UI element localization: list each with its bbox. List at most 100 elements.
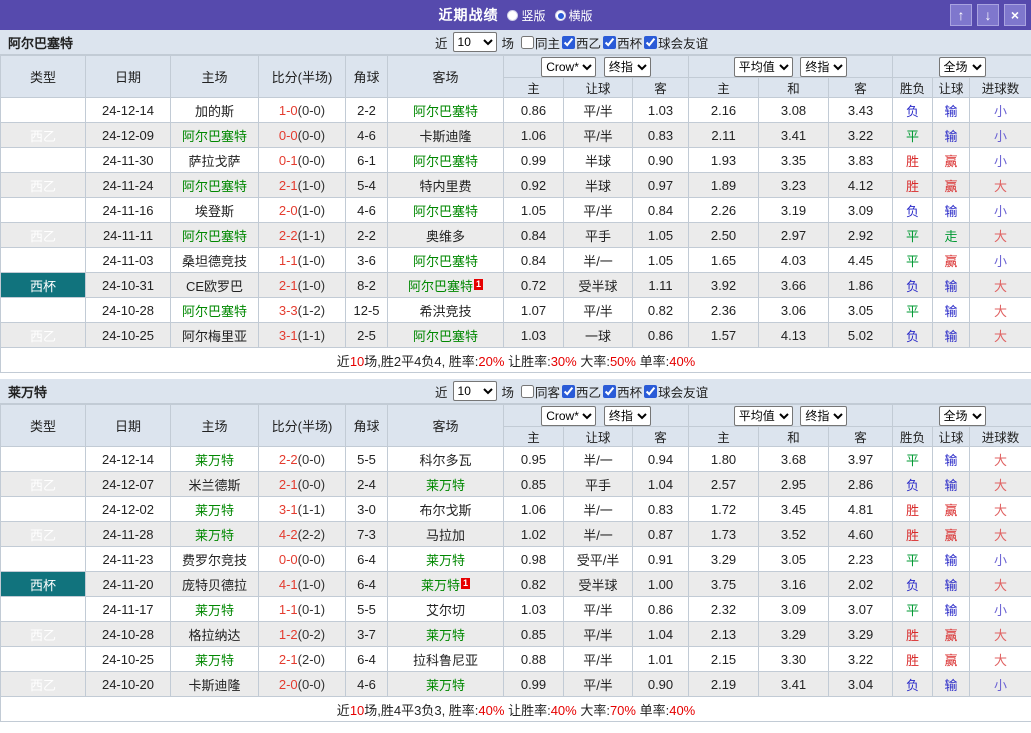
league-filter-copa[interactable]: 西杯 [601, 382, 642, 401]
segunda-checkbox[interactable] [562, 384, 576, 398]
match-date: 24-11-20 [85, 571, 171, 597]
match-count-select[interactable]: 10 [452, 381, 497, 401]
scroll-down-button[interactable]: ↓ [977, 4, 999, 26]
crow-handicap: 受半球 [563, 571, 633, 597]
fulltime-score: 4-2 [278, 526, 298, 542]
col-header-type: 类型 [0, 55, 86, 98]
match-row: 西乙 24-11-24 阿尔巴塞特 2-1(1-0) 5-4 特内里费 0.92 半球 0.97… [0, 172, 1031, 198]
col-header-corner: 角球 [345, 55, 388, 98]
copa-checkbox[interactable] [603, 384, 617, 398]
avg-draw-odds: 3.09 [758, 596, 830, 622]
match-score: 2-1(1-0) [258, 172, 346, 198]
friendly-checkbox[interactable] [644, 35, 658, 49]
avg-draw-header: 和 [758, 77, 830, 98]
match-date: 24-11-03 [85, 247, 171, 273]
bookmaker-select[interactable]: Crow* [541, 405, 597, 426]
col-header-date: 日期 [85, 404, 171, 447]
halftime-score: (1-0) [297, 202, 326, 218]
avg-draw-odds: 3.41 [758, 122, 830, 148]
scope-select[interactable]: 全场 [938, 56, 986, 77]
avg-draw-odds: 2.97 [758, 222, 830, 248]
league-filter-copa[interactable]: 西杯 [601, 33, 642, 52]
col-header-score: 比分(半场) [258, 55, 346, 98]
radio-vertical-icon[interactable] [507, 9, 519, 21]
away-team-name: 阿尔巴塞特 [412, 253, 478, 269]
crow-handicap: 半/一 [563, 446, 633, 472]
scroll-up-button[interactable]: ↑ [950, 4, 972, 26]
crow-away-odds: 1.03 [631, 97, 690, 123]
final-index-select[interactable]: 终指 [603, 405, 651, 426]
crow-away-header: 客 [631, 426, 690, 447]
mode-option-vertical[interactable]: 竖版 [507, 7, 546, 24]
match-score: 2-1(0-0) [258, 471, 346, 497]
crow-away-odds: 0.84 [631, 197, 690, 223]
final-index-select-2[interactable]: 终指 [800, 56, 848, 77]
result-handicap: 输 [932, 546, 971, 572]
result-goals: 大 [969, 222, 1031, 248]
home-team: 埃登斯 [170, 197, 259, 223]
corner-score: 6-4 [345, 646, 388, 672]
mode-option-horizontal[interactable]: 横版 [554, 7, 593, 24]
avg-draw-odds: 3.05 [758, 546, 830, 572]
fulltime-score: 2-0 [278, 202, 298, 218]
away-team: 阿尔巴塞特 [387, 197, 504, 223]
result-goals: 大 [969, 471, 1031, 497]
result-handicap: 输 [932, 272, 971, 298]
average-select[interactable]: 平均值 [733, 405, 793, 426]
same-venue-checkbox[interactable] [521, 384, 535, 398]
corner-score: 2-4 [345, 471, 388, 497]
home-team-name: 阿尔巴塞特 [181, 303, 247, 319]
avg-away-odds: 3.22 [828, 122, 894, 148]
bookmaker-select[interactable]: Crow* [541, 56, 597, 77]
close-button[interactable]: × [1004, 4, 1026, 26]
result-goals: 大 [969, 571, 1031, 597]
crow-away-odds: 1.04 [631, 621, 690, 647]
match-date: 24-11-30 [85, 147, 171, 173]
same-venue-checkbox[interactable] [521, 35, 535, 49]
result-wdl: 胜 [892, 521, 934, 547]
league-filter-segunda[interactable]: 西乙 [560, 382, 601, 401]
home-team: 庞特贝德拉 [170, 571, 259, 597]
result-goals: 大 [969, 646, 1031, 672]
same-venue-option[interactable]: 同主 [517, 33, 560, 52]
match-count-select[interactable]: 10 [452, 32, 497, 52]
copa-checkbox[interactable] [603, 35, 617, 49]
home-team: 莱万特 [170, 496, 259, 522]
col-header-home: 主场 [170, 404, 259, 447]
league-filter-friendly[interactable]: 球会友谊 [642, 33, 708, 52]
friendly-checkbox[interactable] [644, 384, 658, 398]
result-wdl: 负 [892, 322, 934, 348]
home-team-name: 莱万特 [194, 452, 234, 468]
home-team: 阿尔巴塞特 [170, 172, 259, 198]
match-score: 1-2(0-2) [258, 621, 346, 647]
match-row: 西乙 24-11-03 桑坦德竞技 1-1(1-0) 3-6 阿尔巴塞特 0.84 半/一 1.… [0, 247, 1031, 273]
away-team: 艾尔切 [387, 596, 504, 622]
league-filter-friendly[interactable]: 球会友谊 [642, 382, 708, 401]
away-team: 莱万特 [387, 671, 504, 697]
segunda-label: 西乙 [576, 36, 602, 51]
avg-away-odds: 2.02 [828, 571, 894, 597]
away-team-name: 阿尔巴塞特 [412, 203, 478, 219]
avg-home-odds: 2.50 [688, 222, 760, 248]
result-handicap: 输 [932, 197, 971, 223]
home-team-name: 阿尔巴塞特 [181, 228, 247, 244]
league-filter-segunda[interactable]: 西乙 [560, 33, 601, 52]
away-team: 希洪竞技 [387, 297, 504, 323]
final-index-select[interactable]: 终指 [603, 56, 651, 77]
away-team-name: 布尔戈斯 [419, 502, 472, 518]
radio-horizontal-icon[interactable] [554, 9, 566, 21]
scope-select[interactable]: 全场 [938, 405, 986, 426]
home-team-name: 莱万特 [194, 602, 234, 618]
match-score: 3-3(1-2) [258, 297, 346, 323]
final-index-select-2[interactable]: 终指 [800, 405, 848, 426]
avg-draw-header: 和 [758, 426, 830, 447]
halftime-score: (2-0) [297, 651, 326, 667]
crow-home-header: 主 [503, 426, 564, 447]
average-select[interactable]: 平均值 [733, 56, 793, 77]
same-venue-option[interactable]: 同客 [517, 382, 560, 401]
result-goals: 小 [969, 122, 1031, 148]
segunda-checkbox[interactable] [562, 35, 576, 49]
home-team: 莱万特 [170, 646, 259, 672]
away-team: 阿尔巴塞特 [387, 147, 504, 173]
avg-away-odds: 4.81 [828, 496, 894, 522]
